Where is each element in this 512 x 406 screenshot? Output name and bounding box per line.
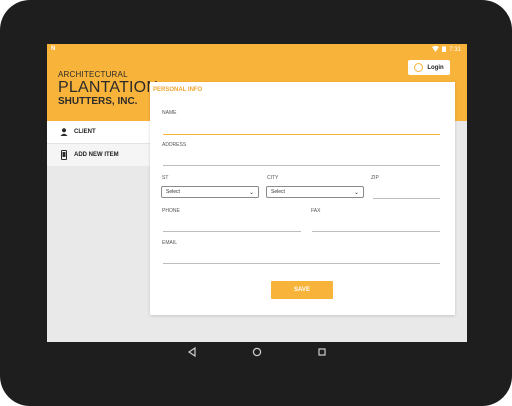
state-select-value: Select	[166, 189, 180, 195]
brand-line-1: ARCHITECTURAL	[58, 70, 128, 79]
sidebar-item-client[interactable]: CLIENT	[47, 121, 150, 143]
name-label: NAME	[162, 110, 177, 116]
sidebar-item-label: ADD NEW ITEM	[74, 152, 119, 158]
home-icon[interactable]	[252, 344, 262, 362]
city-select-value: Select	[271, 189, 285, 195]
app-screen: N 7:31 ARCHITECTURAL PLANTATION SHUTTERS…	[47, 44, 467, 342]
personal-info-card: PERSONAL INFO NAME ADDRESS ST Select ⌄ C…	[150, 82, 455, 315]
zip-label: ZIP	[371, 175, 379, 181]
status-icons: 7:31	[432, 46, 461, 54]
phone-icon	[59, 150, 69, 160]
chevron-down-icon: ⌄	[248, 189, 254, 196]
status-bar: N 7:31	[47, 44, 467, 57]
android-nav-bar	[47, 342, 467, 364]
address-label: ADDRESS	[162, 142, 187, 148]
state-select[interactable]: Select ⌄	[161, 186, 259, 198]
email-label: EMAIL	[162, 240, 178, 246]
battery-icon	[442, 46, 447, 54]
phone-field[interactable]	[163, 231, 301, 232]
fax-label: FAX	[311, 208, 321, 214]
sidebar-item-add-new-item[interactable]: ADD NEW ITEM	[47, 143, 150, 166]
login-label: Login	[427, 64, 444, 71]
name-field[interactable]	[163, 134, 440, 135]
wifi-icon	[432, 46, 440, 54]
address-field[interactable]	[163, 165, 440, 166]
person-icon	[59, 128, 69, 136]
login-button[interactable]: Login	[408, 60, 450, 75]
city-label: CITY	[267, 175, 279, 181]
chevron-down-icon: ⌄	[353, 189, 359, 196]
zip-field[interactable]	[373, 198, 440, 199]
login-icon	[414, 63, 424, 72]
brand-line-3: SHUTTERS, INC.	[58, 96, 138, 107]
app-notification-icon: N	[51, 46, 56, 52]
clock-time: 7:31	[449, 47, 461, 53]
back-icon[interactable]	[187, 344, 197, 362]
company-logo: ARCHITECTURAL PLANTATION SHUTTERS, INC.	[58, 71, 158, 107]
phone-label: PHONE	[162, 208, 180, 214]
sidebar-item-label: CLIENT	[74, 129, 96, 135]
brand-line-2: PLANTATION	[58, 79, 159, 96]
sidebar: CLIENT ADD NEW ITEM	[47, 121, 150, 342]
save-button[interactable]: SAVE	[271, 281, 333, 299]
email-field[interactable]	[163, 263, 440, 264]
city-select[interactable]: Select ⌄	[266, 186, 364, 198]
st-label: ST	[162, 175, 169, 181]
section-title: PERSONAL INFO	[153, 87, 203, 93]
recents-icon[interactable]	[317, 344, 327, 362]
fax-field[interactable]	[312, 231, 440, 232]
